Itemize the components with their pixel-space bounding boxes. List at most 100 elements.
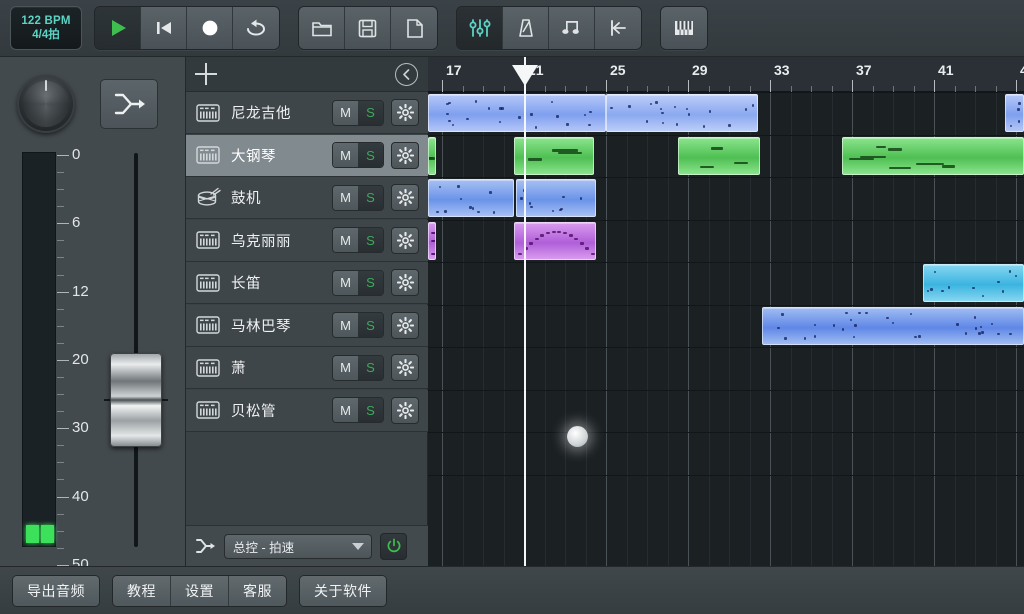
track-row-5[interactable]: 马林巴琴 M S <box>186 304 428 347</box>
track-row-0[interactable]: 尼龙吉他 M S <box>186 92 428 134</box>
mute-solo-group[interactable]: MS <box>332 142 384 168</box>
playhead-handle[interactable] <box>512 65 538 86</box>
midi-note <box>550 100 554 104</box>
clip-flute-1[interactable] <box>923 264 1024 302</box>
track-row-3[interactable]: 乌克丽丽 M S <box>186 219 428 262</box>
track-settings-button[interactable] <box>391 311 419 339</box>
midi-note <box>528 202 532 205</box>
mute-button[interactable]: M <box>333 313 358 337</box>
solo-button[interactable]: S <box>358 100 383 125</box>
solo-button[interactable]: S <box>358 143 383 167</box>
export-audio-button[interactable]: 导出音频 <box>13 575 99 606</box>
track-row-1[interactable]: 大钢琴 M S <box>186 134 428 177</box>
solo-button[interactable]: S <box>358 270 383 295</box>
mute-button[interactable]: M <box>333 270 358 295</box>
track-row-6[interactable]: 萧 MS <box>186 347 428 389</box>
clip-piano-3[interactable] <box>678 136 760 175</box>
metronome-tool-button[interactable] <box>503 7 549 49</box>
clip-guitar-1[interactable] <box>428 94 606 132</box>
master-routing-icon[interactable] <box>194 537 216 555</box>
solo-button[interactable]: S <box>358 355 383 380</box>
db-tick-label: 40 <box>72 487 89 505</box>
clip-piano-4[interactable] <box>842 136 1024 175</box>
solo-button[interactable]: S <box>358 185 383 210</box>
track-row-2[interactable]: 鼓机 M S <box>186 177 428 219</box>
solo-button[interactable]: S <box>358 313 383 337</box>
output-routing-button[interactable] <box>100 79 158 129</box>
metronome-icon <box>515 17 537 39</box>
midi-note <box>889 166 912 170</box>
mute-button[interactable]: M <box>333 228 358 252</box>
bottom-button-group-2: 关于软件 <box>299 574 387 607</box>
clip-drum-2[interactable] <box>516 179 596 217</box>
tempo-display[interactable]: 122 BPM 4/4拍 <box>10 6 82 50</box>
quantize-tool-button[interactable] <box>549 7 595 49</box>
rewind-button[interactable] <box>141 7 187 49</box>
support-button[interactable]: 客服 <box>229 575 286 606</box>
track-settings-button[interactable] <box>391 226 419 254</box>
master-parameter-select[interactable]: 总控 - 拍速 <box>224 533 372 559</box>
db-tick-minor <box>57 462 64 464</box>
mute-solo-group[interactable]: MS <box>332 312 384 338</box>
track-settings-button[interactable] <box>391 354 419 381</box>
mute-solo-group[interactable]: MS <box>332 269 384 296</box>
mute-solo-group[interactable]: MS <box>332 184 384 211</box>
collapse-panel-button[interactable] <box>395 62 418 86</box>
midi-note <box>784 337 787 340</box>
arrange-view[interactable]: 1721252933374145 <box>428 57 1024 566</box>
clip-piano-1[interactable] <box>428 136 436 175</box>
mute-solo-group[interactable]: MS <box>332 99 384 126</box>
track-settings-button[interactable] <box>391 99 419 126</box>
mute-button[interactable]: M <box>333 185 358 210</box>
midi-note <box>448 119 451 123</box>
clip-guitar-2[interactable] <box>606 94 758 132</box>
mute-button[interactable]: M <box>333 100 358 125</box>
clip-marimba-1[interactable] <box>762 306 1024 345</box>
track-settings-button[interactable] <box>391 141 419 169</box>
clip-guitar-3[interactable] <box>1005 94 1024 132</box>
track-settings-button[interactable] <box>391 269 419 296</box>
track-row-7[interactable]: 贝松管 M S <box>186 389 428 432</box>
db-tick-minor <box>57 513 64 515</box>
add-track-button[interactable] <box>195 63 217 85</box>
clip-drum-1[interactable] <box>428 179 514 217</box>
track-row-4[interactable]: 长笛 M S <box>186 262 428 304</box>
clip-piano-2[interactable] <box>514 136 594 175</box>
track-settings-button[interactable] <box>391 396 419 424</box>
mute-button[interactable]: M <box>333 398 358 422</box>
mute-solo-group[interactable]: MS <box>332 354 384 381</box>
clip-grid[interactable] <box>428 92 1024 566</box>
solo-button[interactable]: S <box>358 228 383 252</box>
master-fader-track[interactable] <box>134 153 138 547</box>
mute-solo-group[interactable]: MS <box>332 397 384 423</box>
playhead[interactable] <box>512 57 538 566</box>
play-button[interactable] <box>95 7 141 49</box>
midi-note <box>926 289 930 292</box>
master-fader-handle[interactable] <box>110 353 162 447</box>
loop-button[interactable] <box>233 7 279 49</box>
midi-note <box>466 117 469 121</box>
about-button[interactable]: 关于软件 <box>300 575 386 606</box>
clip-uku-1[interactable] <box>428 221 436 260</box>
mute-button[interactable]: M <box>333 355 358 380</box>
record-button[interactable] <box>187 7 233 49</box>
master-power-button[interactable] <box>380 532 407 560</box>
new-file-button[interactable] <box>391 7 437 49</box>
pan-knob[interactable] <box>17 75 75 133</box>
settings-button[interactable]: 设置 <box>171 575 229 606</box>
open-file-button[interactable] <box>299 7 345 49</box>
music-notes-icon <box>561 17 583 39</box>
track-settings-button[interactable] <box>391 184 419 211</box>
piano-keyboard-button[interactable] <box>661 7 707 49</box>
midi-note <box>518 252 522 255</box>
move-to-start-button[interactable] <box>595 7 641 49</box>
clip-uku-2[interactable] <box>514 221 596 260</box>
track-list-header <box>186 57 428 92</box>
midi-note <box>915 162 944 166</box>
mute-button[interactable]: M <box>333 143 358 167</box>
solo-button[interactable]: S <box>358 398 383 422</box>
mixer-tool-button[interactable] <box>457 7 503 49</box>
save-file-button[interactable] <box>345 7 391 49</box>
mute-solo-group[interactable]: MS <box>332 227 384 253</box>
tutorial-button[interactable]: 教程 <box>113 575 171 606</box>
